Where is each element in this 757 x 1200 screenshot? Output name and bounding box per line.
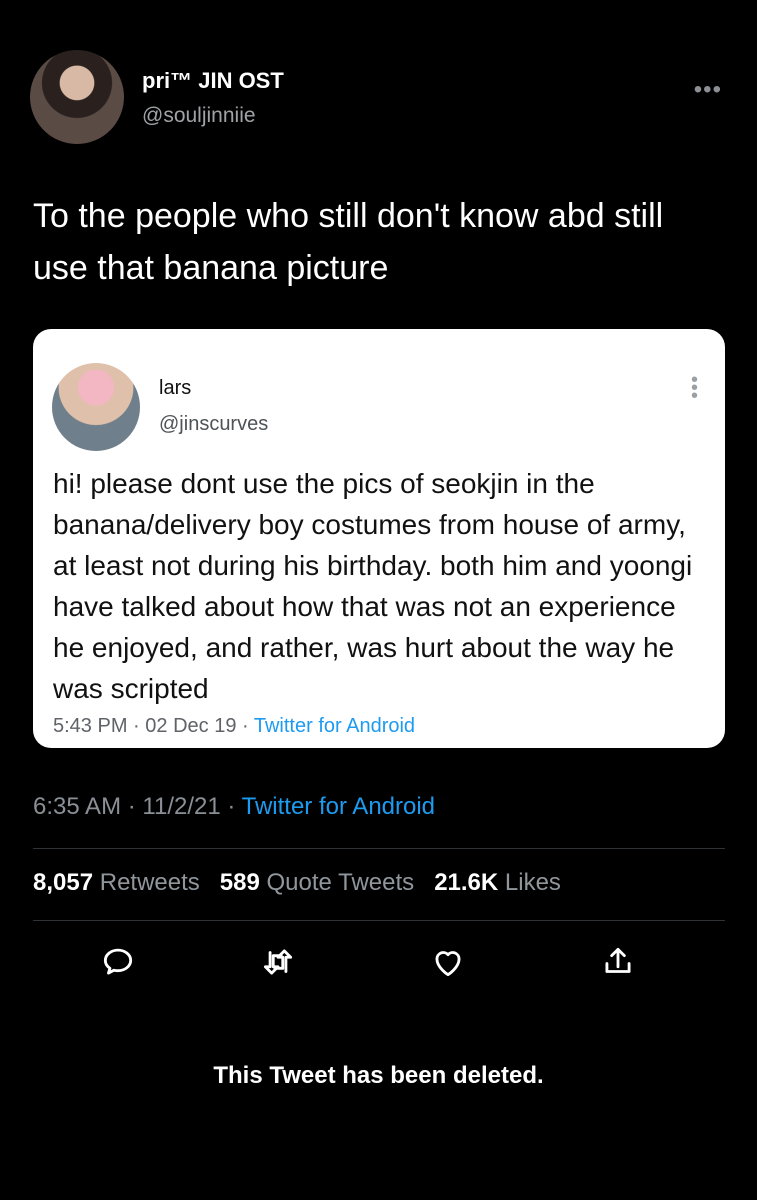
quoted-display-name: lars: [159, 377, 192, 399]
retweets-count[interactable]: 8,057: [33, 869, 93, 896]
tweet-source-link[interactable]: Twitter for Android: [242, 793, 435, 820]
avatar[interactable]: [30, 50, 124, 144]
share-icon: [605, 947, 631, 973]
tweet-meta: 6:35 AM · 11/2/21 · Twitter for Android: [33, 793, 435, 821]
retweet-button[interactable]: [255, 942, 301, 982]
retweet-icon: [263, 949, 293, 975]
reply-button[interactable]: [95, 942, 141, 982]
tweet-actions: [95, 942, 665, 982]
quoted-username: @jinscurves: [159, 413, 269, 435]
quoted-tweet-card[interactable]: lars @jinscurves • • • hi! please dont use…: [33, 329, 725, 748]
quote-tweets-label[interactable]: Quote Tweets: [267, 869, 415, 896]
share-button[interactable]: [595, 942, 641, 982]
tweet-header: pri™ JIN OST @souljinniie •••: [30, 50, 730, 146]
quoted-source-link[interactable]: Twitter for Android: [254, 715, 415, 737]
quoted-tweet-text: hi! please dont use the pics of seokjin …: [53, 468, 693, 704]
like-button[interactable]: [425, 942, 471, 982]
tweet-text: To the people who still don't know abd s…: [33, 197, 664, 287]
tweet-stats: 8,057 Retweets 589 Quote Tweets 21.6K Li…: [33, 869, 561, 897]
tweet-meta-separator: ·: [227, 793, 242, 820]
quoted-time: 5:43 PM: [53, 715, 128, 737]
tweet-meta-separator: ·: [127, 793, 143, 820]
retweets-label[interactable]: Retweets: [100, 869, 200, 896]
quoted-more-options-icon[interactable]: • • •: [691, 370, 698, 406]
display-name[interactable]: pri™ JIN OST: [142, 68, 284, 94]
quote-tweets-count[interactable]: 589: [220, 869, 260, 896]
quoted-meta-separator: ·: [242, 715, 254, 737]
heart-icon: [435, 951, 461, 977]
likes-label[interactable]: Likes: [505, 869, 561, 896]
divider: [33, 920, 725, 921]
tweet-time: 6:35 AM: [33, 793, 122, 820]
tweet-date: 11/2/21: [142, 793, 221, 820]
divider: [33, 848, 725, 849]
more-options-icon[interactable]: •••: [694, 76, 722, 104]
username[interactable]: @souljinniie: [142, 104, 256, 128]
deleted-notice: This Tweet has been deleted.: [213, 1062, 544, 1089]
quoted-avatar: [52, 363, 140, 451]
quoted-meta-separator: ·: [133, 715, 146, 737]
quoted-date: 02 Dec 19: [145, 715, 237, 737]
reply-icon: [103, 948, 133, 975]
quoted-tweet-meta: 5:43 PM · 02 Dec 19 · Twitter for Androi…: [53, 715, 415, 738]
likes-count[interactable]: 21.6K: [434, 869, 498, 896]
